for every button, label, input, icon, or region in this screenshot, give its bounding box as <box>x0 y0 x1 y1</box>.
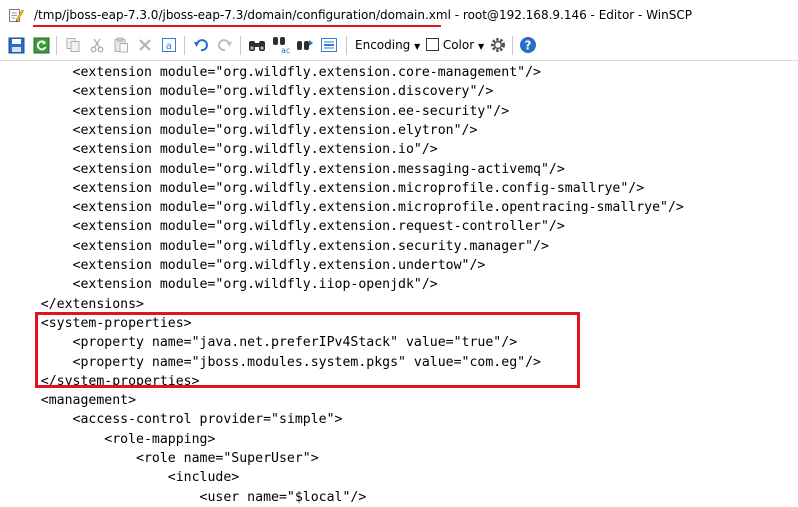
code-line: <extension module="org.wildfly.extension… <box>9 84 494 100</box>
cut-icon[interactable] <box>88 36 106 54</box>
color-checkbox[interactable]: Color ▼ <box>426 38 484 52</box>
title-path-underline <box>33 25 441 27</box>
toolbar-separator <box>512 36 513 55</box>
select-all-icon[interactable]: a <box>160 36 178 54</box>
code-line: <extension module="org.wildfly.extension… <box>9 142 438 158</box>
system-properties-highlight <box>35 312 580 388</box>
color-label: Color <box>442 38 475 52</box>
code-line: <extension module="org.wildfly.extension… <box>9 122 478 138</box>
chevron-down-icon: ▼ <box>478 42 485 51</box>
encoding-label: Encoding <box>355 38 411 52</box>
undo-icon[interactable] <box>192 36 210 54</box>
code-line: <extension module="org.wildfly.extension… <box>9 161 565 177</box>
paste-icon[interactable] <box>112 36 130 54</box>
toolbar-separator <box>184 36 185 55</box>
code-line: <extension module="org.wildfly.iiop-open… <box>9 277 438 293</box>
window-title-path: /tmp/jboss-eap-7.3.0/jboss-eap-7.3/domai… <box>34 8 451 22</box>
checkbox-box <box>426 38 439 51</box>
code-line: <extension module="org.wildfly.extension… <box>9 258 486 273</box>
encoding-dropdown[interactable]: Encoding ▼ <box>355 38 420 52</box>
code-line: <include> <box>9 470 240 486</box>
code-line: <extension module="org.wildfly.extension… <box>9 180 645 196</box>
chevron-down-icon: ▼ <box>414 42 421 51</box>
toolbar-separator <box>56 36 57 55</box>
delete-icon[interactable] <box>136 36 154 54</box>
goto-line-icon[interactable] <box>320 36 338 54</box>
code-editor[interactable]: <extension module="org.wildfly.extension… <box>0 61 798 505</box>
toolbar-separator <box>346 36 347 55</box>
find-icon[interactable] <box>248 36 266 54</box>
copy-icon[interactable] <box>64 36 82 54</box>
toolbar-separator <box>240 36 241 55</box>
window-title: /tmp/jboss-eap-7.3.0/jboss-eap-7.3/domai… <box>34 8 692 22</box>
code-line: <role-mapping> <box>9 431 216 447</box>
svg-text:a: a <box>166 41 172 52</box>
code-line: <role name="SuperUser"> <box>9 451 319 466</box>
save-icon[interactable] <box>7 36 25 54</box>
code-line: <extension module="org.wildfly.extension… <box>9 65 541 80</box>
code-line: <extension module="org.wildfly.extension… <box>9 238 549 254</box>
replace-icon[interactable]: ac <box>272 36 290 54</box>
help-icon[interactable]: ? <box>519 36 537 54</box>
redo-icon[interactable] <box>216 36 234 54</box>
code-line: <extension module="org.wildfly.extension… <box>9 103 510 119</box>
code-line: <access-control provider="simple"> <box>9 412 343 428</box>
code-line: <management> <box>9 393 137 409</box>
editor-icon <box>8 7 24 23</box>
svg-text:ac: ac <box>281 46 290 54</box>
code-line: <user name="$local"/> <box>9 489 367 505</box>
window-title-rest: - root@192.168.9.146 - Editor - WinSCP <box>450 8 692 22</box>
editor-toolbar: a ac Encoding ▼ Color ▼ ? <box>0 31 798 61</box>
find-next-icon[interactable] <box>296 36 314 54</box>
reload-icon[interactable] <box>32 36 50 54</box>
code-line: <extension module="org.wildfly.extension… <box>9 219 565 235</box>
code-line: <extension module="org.wildfly.extension… <box>9 200 684 216</box>
svg-text:?: ? <box>525 39 532 53</box>
code-line: </extensions> <box>9 296 144 312</box>
title-bar: /tmp/jboss-eap-7.3.0/jboss-eap-7.3/domai… <box>0 0 798 31</box>
preferences-icon[interactable] <box>489 36 507 54</box>
